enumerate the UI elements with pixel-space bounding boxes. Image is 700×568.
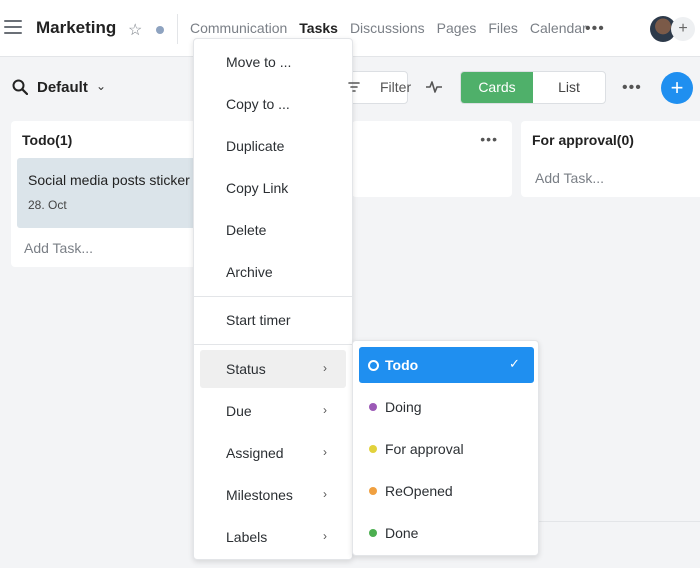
status-dot-icon	[369, 487, 377, 495]
tab-calendar[interactable]: Calendar	[530, 20, 587, 36]
menu-item-start-timer[interactable]: Start timer	[194, 301, 352, 339]
divider	[537, 521, 700, 522]
chevron-right-icon: ›	[323, 487, 327, 501]
status-dot-icon	[369, 445, 377, 453]
status-ring-icon	[368, 360, 379, 371]
status-option-label: For approval	[385, 441, 464, 457]
status-option-doing[interactable]: Doing	[353, 389, 538, 425]
menu-item-copy-to[interactable]: Copy to ...	[194, 85, 352, 123]
check-icon: ✓	[509, 356, 520, 371]
status-submenu: Todo ✓ Doing For approval ReOpened Done	[352, 340, 539, 556]
menu-item-label: Assigned	[226, 445, 284, 461]
task-due-date: 28. Oct	[28, 198, 67, 212]
menu-item-duplicate[interactable]: Duplicate	[194, 127, 352, 165]
menu-item-label: Move to ...	[226, 54, 292, 70]
tab-communication[interactable]: Communication	[190, 20, 287, 36]
status-option-label: Todo	[385, 357, 419, 373]
column-title: For approval(0)	[532, 132, 634, 148]
cards-view-button[interactable]: Cards	[461, 72, 533, 103]
search-icon[interactable]	[12, 79, 28, 95]
status-option-label: ReOpened	[385, 483, 453, 499]
menu-item-due[interactable]: Due ›	[194, 392, 352, 430]
status-option-label: Doing	[385, 399, 422, 415]
status-option-reopened[interactable]: ReOpened	[353, 473, 538, 509]
tab-files[interactable]: Files	[488, 20, 518, 36]
menu-item-label: Status	[226, 361, 266, 377]
menu-item-label: Labels	[226, 529, 268, 545]
tab-discussions[interactable]: Discussions	[350, 20, 425, 36]
menu-item-label: Delete	[226, 222, 267, 238]
project-nav-tabs: Communication Tasks Discussions Pages Fi…	[190, 20, 587, 36]
menu-item-move-to[interactable]: Move to ...	[194, 43, 352, 81]
add-task-button[interactable]: +	[661, 72, 693, 104]
menu-item-label: Start timer	[226, 312, 291, 328]
menu-item-label: Milestones	[226, 487, 293, 503]
activity-icon[interactable]	[425, 79, 443, 95]
chevron-right-icon: ›	[323, 361, 327, 375]
column-todo: Todo(1) Social media posts sticker 28. O…	[11, 121, 211, 267]
task-card[interactable]: Social media posts sticker 28. Oct	[17, 158, 209, 228]
chevron-right-icon: ›	[323, 445, 327, 459]
menu-item-delete[interactable]: Delete	[194, 211, 352, 249]
view-mode-toggle: Cards List	[460, 71, 606, 104]
task-context-menu: Move to ... Copy to ... Duplicate Copy L…	[193, 38, 353, 560]
menu-item-label: Duplicate	[226, 138, 285, 154]
menu-separator	[194, 296, 352, 297]
add-member-button[interactable]: +	[671, 17, 695, 41]
menu-item-labels[interactable]: Labels ›	[194, 518, 352, 556]
column-for-approval: For approval(0) Add Task...	[521, 121, 700, 197]
status-option-done[interactable]: Done	[353, 515, 538, 551]
hamburger-menu-icon[interactable]	[4, 20, 22, 36]
filter-icon	[348, 82, 360, 92]
menu-item-label: Copy Link	[226, 180, 289, 196]
nav-more-icon[interactable]: •••	[585, 20, 605, 38]
column-more-icon[interactable]: •••	[480, 131, 498, 147]
more-options-icon[interactable]: •••	[622, 79, 642, 97]
project-title: Marketing	[36, 18, 117, 37]
status-option-label: Done	[385, 525, 419, 541]
chevron-down-icon[interactable]: ⌄	[96, 79, 106, 93]
status-dot-icon	[369, 403, 377, 411]
menu-item-archive[interactable]: Archive	[194, 253, 352, 291]
chevron-right-icon: ›	[323, 403, 327, 417]
menu-item-label: Due	[226, 403, 252, 419]
status-dot-icon	[369, 529, 377, 537]
project-color-dot[interactable]	[156, 26, 164, 34]
menu-separator	[194, 344, 352, 345]
status-option-todo[interactable]: Todo ✓	[359, 347, 534, 383]
menu-item-label: Archive	[226, 264, 273, 280]
status-option-for-approval[interactable]: For approval	[353, 431, 538, 467]
task-title: Social media posts sticker	[28, 172, 190, 188]
menu-item-assigned[interactable]: Assigned ›	[194, 434, 352, 472]
column-title: Todo(1)	[22, 132, 73, 148]
chevron-right-icon: ›	[323, 529, 327, 543]
column-doing: •••	[352, 121, 512, 197]
tab-pages[interactable]: Pages	[437, 20, 477, 36]
menu-item-label: Copy to ...	[226, 96, 290, 112]
menu-item-status[interactable]: Status ›	[200, 350, 346, 388]
tab-tasks[interactable]: Tasks	[299, 20, 338, 36]
add-task-link[interactable]: Add Task...	[535, 170, 604, 186]
star-icon[interactable]: ☆	[128, 20, 142, 40]
add-task-link[interactable]: Add Task...	[24, 240, 93, 256]
menu-item-copy-link[interactable]: Copy Link	[194, 169, 352, 207]
divider	[177, 14, 178, 44]
view-selector[interactable]: Default	[37, 79, 88, 96]
filter-label: Filter	[380, 79, 412, 95]
menu-item-milestones[interactable]: Milestones ›	[194, 476, 352, 514]
list-view-button[interactable]: List	[533, 72, 605, 103]
